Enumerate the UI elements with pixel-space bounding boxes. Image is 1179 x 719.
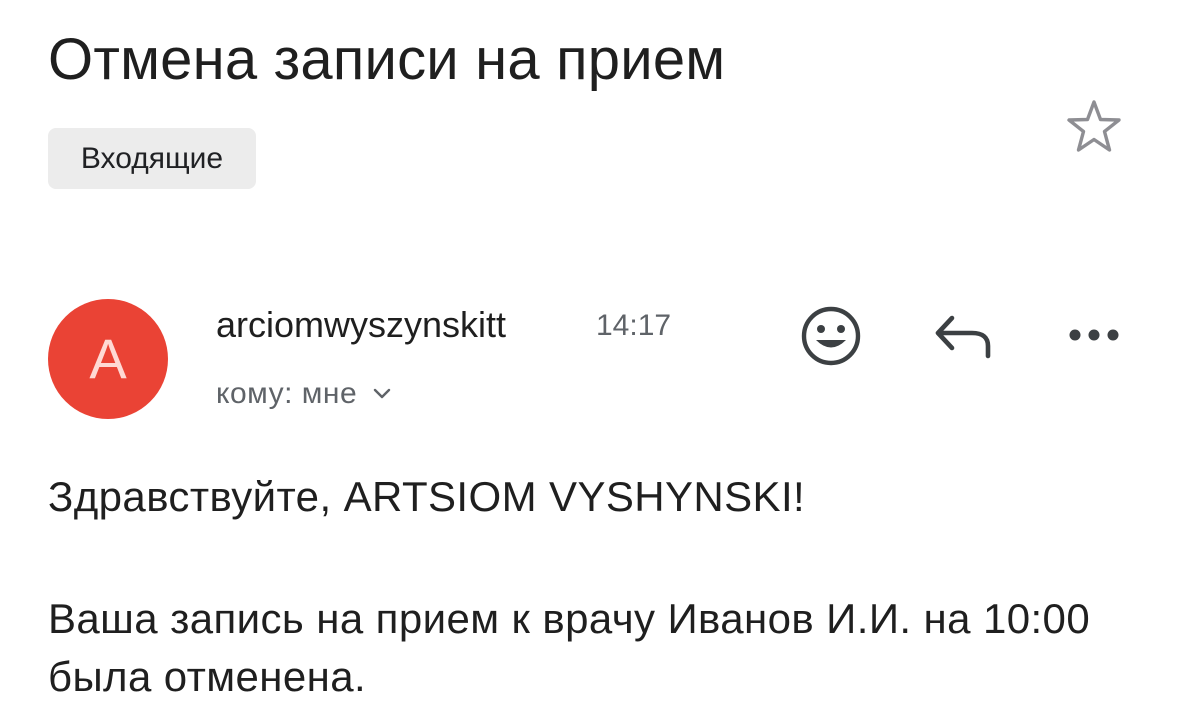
recipient-details-toggle[interactable]: кому: мне (216, 374, 391, 414)
more-options-icon (1069, 329, 1119, 341)
recipient-label: кому: мне (216, 377, 358, 410)
email-time: 14:17 (596, 309, 672, 342)
sender-name[interactable]: arciomwyszynskitt (216, 302, 506, 348)
add-reaction-button[interactable] (796, 304, 866, 368)
email-message: Ваша запись на прием к врачу Иванов И.И.… (48, 595, 1091, 700)
reply-icon (935, 315, 991, 359)
label-chip-text: Входящие (80, 141, 224, 175)
email-subject: Отмена записи на прием (48, 27, 726, 92)
reply-button[interactable] (930, 306, 996, 366)
avatar-letter: A (89, 327, 127, 390)
sender-avatar[interactable]: A (48, 299, 168, 419)
email-greeting: Здравствуйте, ARTSIOM VYSHYNSKI! (48, 473, 806, 520)
chevron-down-icon (373, 388, 391, 399)
star-outline-icon (1067, 100, 1121, 152)
star-button[interactable] (1063, 96, 1125, 158)
label-chip-inbox[interactable]: Входящие (48, 128, 256, 189)
more-options-button[interactable] (1066, 318, 1122, 352)
emoji-reaction-icon (801, 306, 861, 366)
